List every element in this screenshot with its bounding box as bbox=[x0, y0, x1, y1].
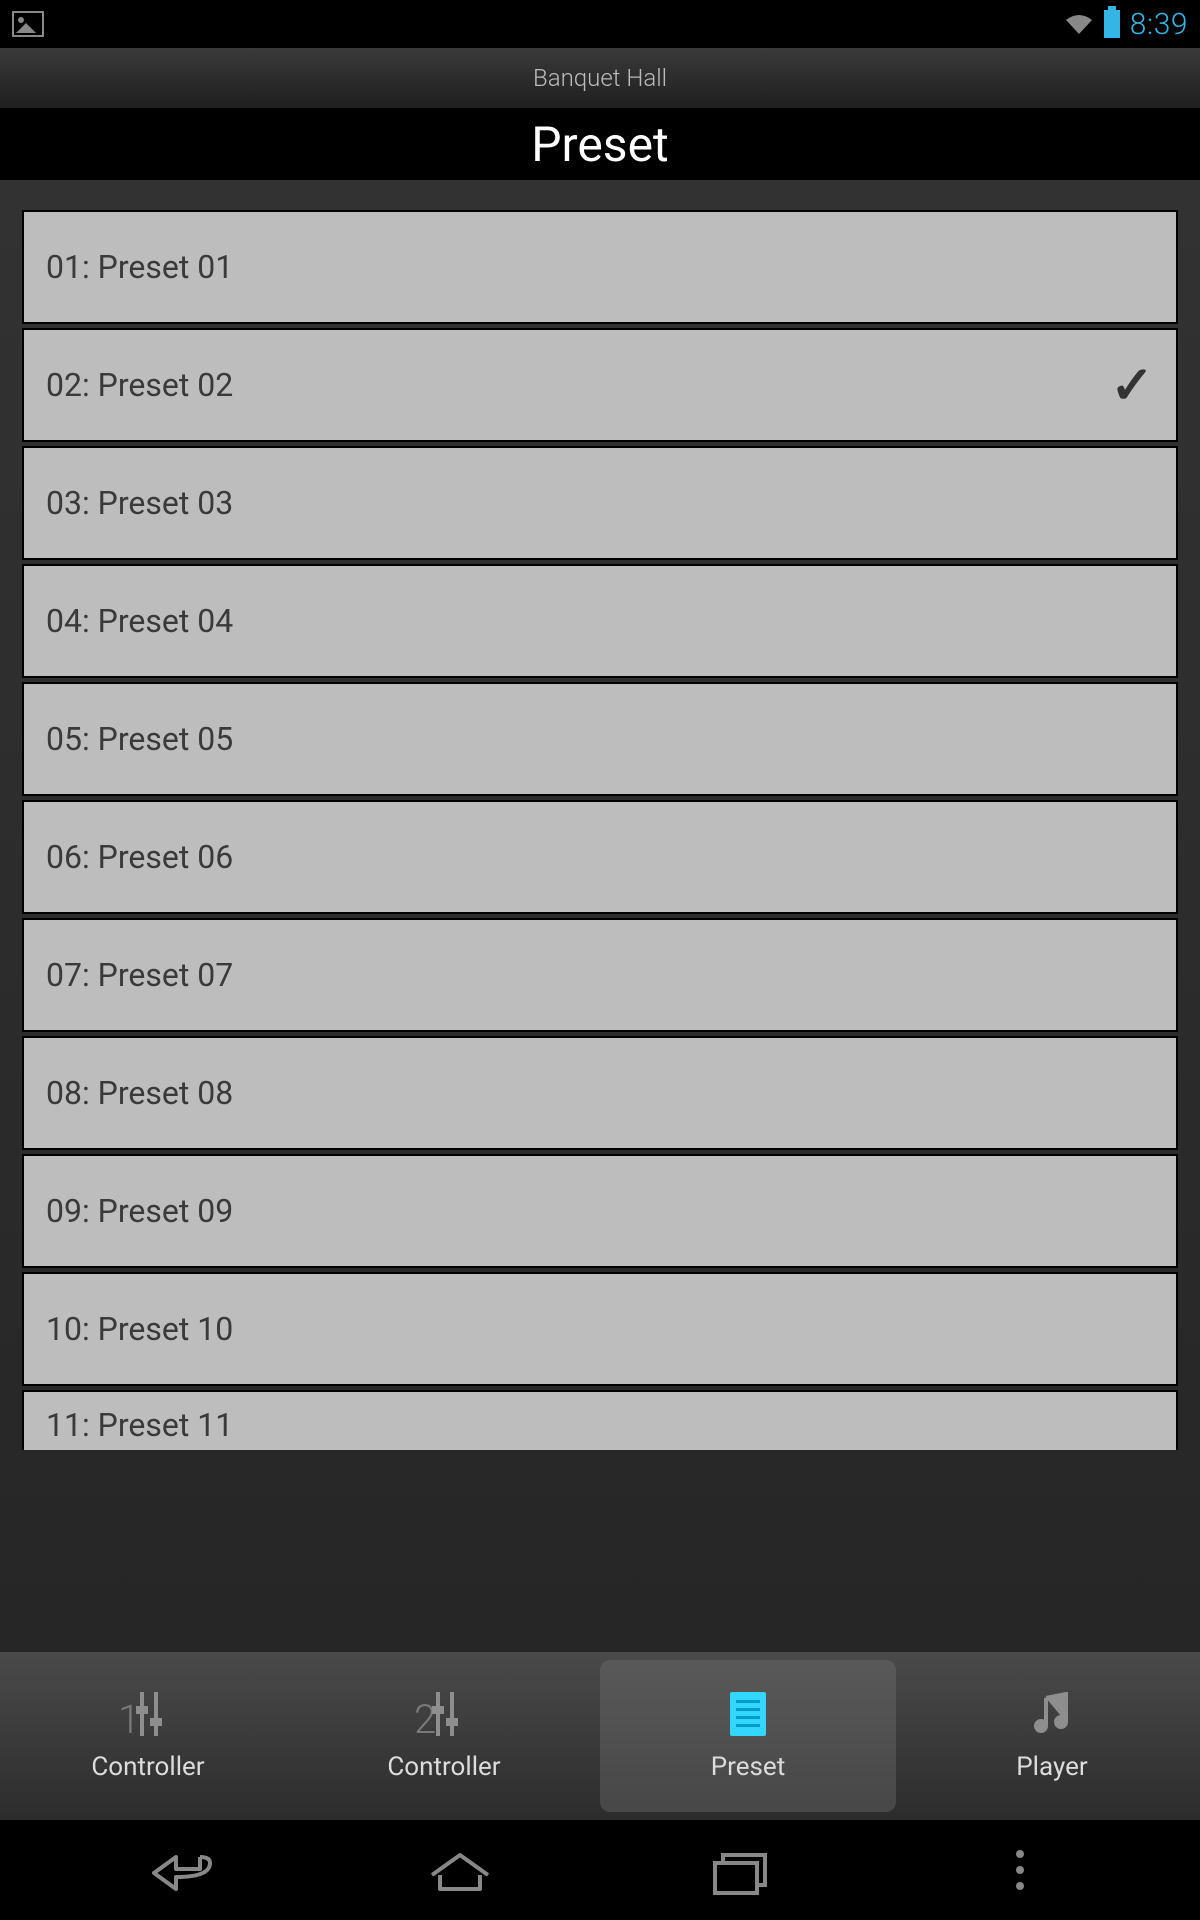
tab-player-3[interactable]: Player bbox=[904, 1652, 1200, 1820]
tab-label: Preset bbox=[711, 1752, 785, 1782]
sliders-icon: 2 bbox=[420, 1690, 468, 1738]
preset-item[interactable]: 05: Preset 05 bbox=[22, 682, 1178, 796]
preset-item[interactable]: 04: Preset 04 bbox=[22, 564, 1178, 678]
document-icon bbox=[724, 1690, 772, 1738]
preset-label: 04: Preset 04 bbox=[46, 602, 233, 640]
tab-controller-0[interactable]: 1 Controller bbox=[0, 1652, 296, 1820]
music-icon bbox=[1028, 1690, 1076, 1738]
sliders-icon: 1 bbox=[124, 1690, 172, 1738]
title-bar: Preset bbox=[0, 108, 1200, 180]
kebab-icon bbox=[1016, 1850, 1024, 1890]
preset-label: 09: Preset 09 bbox=[46, 1192, 233, 1230]
preset-list: 01: Preset 01 02: Preset 02 ✓ 03: Preset 03… bbox=[22, 210, 1178, 1450]
battery-icon bbox=[1104, 10, 1120, 38]
tab-label: Player bbox=[1016, 1752, 1087, 1782]
system-nav-bar bbox=[0, 1820, 1200, 1920]
preset-item[interactable]: 08: Preset 08 bbox=[22, 1036, 1178, 1150]
preset-item[interactable]: 10: Preset 10 bbox=[22, 1272, 1178, 1386]
home-button[interactable] bbox=[410, 1840, 510, 1900]
status-clock: 8:39 bbox=[1130, 7, 1188, 42]
preset-item[interactable]: 09: Preset 09 bbox=[22, 1154, 1178, 1268]
header-bar: Banquet Hall bbox=[0, 48, 1200, 108]
preset-item[interactable]: 06: Preset 06 bbox=[22, 800, 1178, 914]
page-title: Preset bbox=[531, 116, 668, 173]
recents-button[interactable] bbox=[690, 1840, 790, 1900]
preset-label: 08: Preset 08 bbox=[46, 1074, 233, 1112]
preset-label: 01: Preset 01 bbox=[46, 248, 233, 286]
tab-label: Controller bbox=[387, 1752, 500, 1782]
preset-label: 02: Preset 02 bbox=[46, 366, 233, 404]
content-area: 01: Preset 01 02: Preset 02 ✓ 03: Preset 03… bbox=[0, 180, 1200, 1652]
notification-icon bbox=[12, 11, 44, 37]
preset-item[interactable]: 02: Preset 02 ✓ bbox=[22, 328, 1178, 442]
tab-preset-2[interactable]: Preset bbox=[600, 1660, 896, 1812]
tab-bar: 1 Controller 2 Controller Preset Player bbox=[0, 1652, 1200, 1820]
preset-label: 07: Preset 07 bbox=[46, 956, 233, 994]
tab-controller-1[interactable]: 2 Controller bbox=[296, 1652, 592, 1820]
preset-label: 10: Preset 10 bbox=[46, 1310, 233, 1348]
status-bar: 8:39 bbox=[0, 0, 1200, 48]
tab-label: Controller bbox=[91, 1752, 204, 1782]
wifi-icon bbox=[1064, 12, 1094, 36]
preset-item[interactable]: 03: Preset 03 bbox=[22, 446, 1178, 560]
preset-label: 06: Preset 06 bbox=[46, 838, 233, 876]
preset-label: 05: Preset 05 bbox=[46, 720, 233, 758]
header-subtitle: Banquet Hall bbox=[533, 64, 667, 92]
menu-button[interactable] bbox=[970, 1840, 1070, 1900]
preset-item[interactable]: 01: Preset 01 bbox=[22, 210, 1178, 324]
preset-item[interactable]: 07: Preset 07 bbox=[22, 918, 1178, 1032]
preset-label: 03: Preset 03 bbox=[46, 484, 233, 522]
preset-item[interactable]: 11: Preset 11 bbox=[22, 1390, 1178, 1450]
back-button[interactable] bbox=[130, 1840, 230, 1900]
check-icon: ✓ bbox=[1110, 355, 1154, 416]
preset-label: 11: Preset 11 bbox=[46, 1406, 233, 1444]
